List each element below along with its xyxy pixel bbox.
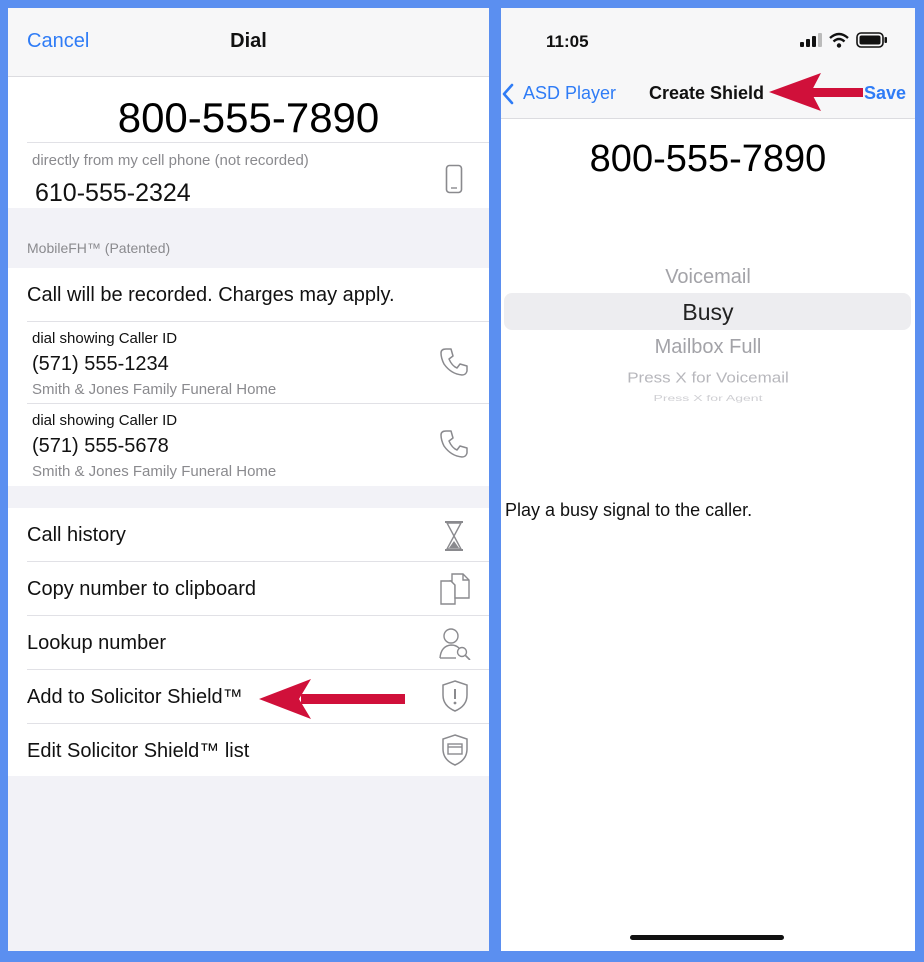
phone-device-icon[interactable] [445, 164, 463, 194]
shield-description: Play a busy signal to the caller. [505, 500, 753, 520]
divider [27, 142, 489, 143]
chevron-left-icon[interactable] [501, 83, 515, 105]
status-time: 11:05 [546, 32, 589, 51]
battery-icon [856, 32, 887, 48]
arrow-annotation [769, 73, 863, 111]
divider [27, 321, 489, 322]
caller-id-number: (571) 555-5678 [32, 435, 169, 457]
divider [27, 669, 489, 670]
hourglass-icon [445, 521, 463, 551]
picker-option[interactable]: Mailbox Full [501, 336, 915, 359]
picker-option[interactable]: Voicemail [501, 266, 915, 289]
shield-number: 800-555-7890 [589, 138, 827, 180]
divider [27, 615, 489, 616]
arrow-annotation [259, 679, 405, 719]
caller-id-number: (571) 555-1234 [32, 353, 169, 375]
shield-exclamation-icon [442, 680, 468, 712]
caller-id-caption: dial showing Caller ID [32, 412, 178, 429]
save-button[interactable]: Save [864, 83, 906, 104]
recording-notice: Call will be recorded. Charges may apply… [27, 284, 395, 306]
action-label: Call history [27, 524, 126, 546]
wifi-icon [829, 32, 849, 48]
person-search-icon [439, 628, 471, 660]
section-label: MobileFH™ (Patented) [27, 240, 171, 256]
cell-hint: directly from my cell phone (not recorde… [32, 152, 309, 169]
phone-icon[interactable] [438, 346, 470, 378]
copy-icon [440, 573, 470, 605]
action-label: Lookup number [27, 632, 166, 654]
picker-option-selected[interactable]: Busy [501, 299, 915, 326]
dial-title: Dial [230, 30, 267, 52]
signal-icon [800, 33, 822, 47]
picker-option[interactable]: Press X for Voicemail [501, 370, 915, 387]
action-label: Add to Solicitor Shield™ [27, 686, 243, 708]
action-label: Edit Solicitor Shield™ list [27, 740, 250, 762]
phone-icon[interactable] [438, 428, 470, 460]
create-shield-title: Create Shield [649, 83, 765, 103]
home-indicator [630, 935, 784, 940]
divider [27, 403, 489, 404]
dial-navbar: Cancel Dial [8, 8, 489, 77]
caller-id-name: Smith & Jones Family Funeral Home [32, 381, 277, 398]
shield-list-icon [442, 734, 468, 766]
divider [27, 561, 489, 562]
cell-number[interactable]: 610-555-2324 [35, 179, 191, 208]
picker-option[interactable]: Press X for Agent [501, 393, 915, 403]
create-shield-screen: 11:05 ASD Player Create Shield Save 800-… [501, 8, 915, 951]
back-label[interactable]: ASD Player [523, 83, 616, 104]
dialed-number: 800-555-7890 [117, 94, 380, 141]
action-label: Copy number to clipboard [27, 578, 257, 600]
caller-id-caption: dial showing Caller ID [32, 330, 178, 347]
dial-screen: Cancel Dial 800-555-7890 directly from m… [8, 8, 489, 951]
divider [27, 723, 489, 724]
caller-id-name: Smith & Jones Family Funeral Home [32, 463, 277, 480]
